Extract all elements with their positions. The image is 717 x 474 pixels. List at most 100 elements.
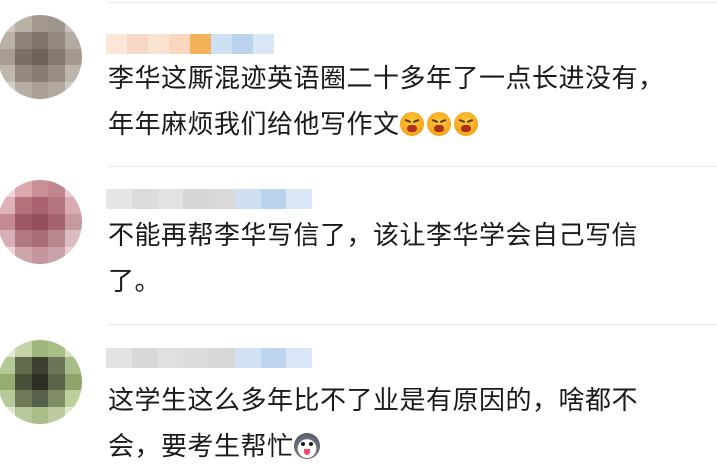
avatar-mosaic-tile	[65, 48, 82, 66]
avatar-mosaic-tile	[65, 390, 82, 408]
username-mosaic-tile	[209, 348, 235, 368]
username-mosaic-tile	[260, 348, 287, 368]
username-mosaic-tile	[232, 34, 253, 54]
username-mosaic-tile	[106, 348, 132, 368]
username-mosaic-tile	[157, 189, 184, 209]
comment-text-content: 这学生这么多年比不了业是有原因的，啥都不会，要考生帮忙	[108, 386, 639, 462]
avatar-mosaic-tile	[65, 356, 82, 374]
username-mosaic-tile	[190, 34, 211, 54]
avatar-mosaic-tile	[48, 230, 66, 248]
avatar-mosaic-tile	[48, 247, 66, 264]
avatar-mosaic-tile	[31, 48, 49, 66]
avatar-mosaic-tile	[0, 213, 15, 231]
avatar-mosaic-tile	[0, 82, 15, 99]
avatar-mosaic-tile	[14, 31, 32, 49]
avatar-mosaic-tile	[31, 230, 49, 248]
avatar-mosaic-tile	[0, 390, 15, 408]
username-mosaic-tile	[183, 348, 209, 368]
avatar-mosaic-tile	[0, 340, 15, 357]
avatar-mosaic-tile	[65, 180, 82, 197]
username-blurred[interactable]	[106, 348, 312, 368]
avatar[interactable]	[0, 340, 82, 424]
avatar-mosaic-tile	[0, 48, 15, 66]
username-blurred[interactable]	[106, 189, 312, 209]
username-mosaic-tile	[234, 348, 261, 368]
avatar-mosaic-tile	[65, 15, 82, 32]
avatar-mosaic-tile	[14, 82, 32, 99]
avatar[interactable]	[0, 15, 82, 99]
avatar-mosaic-tile	[0, 65, 15, 83]
avatar-mosaic-tile	[31, 340, 49, 357]
username-mosaic-tile	[234, 189, 261, 209]
username-mosaic-tile	[253, 34, 274, 54]
avatar-mosaic-tile	[31, 82, 49, 99]
comment-text: 不能再帮李华写信了，该让李华学会自己写信了。	[108, 213, 683, 305]
avatar-mosaic-tile	[48, 180, 66, 197]
avatar-mosaic-tile	[14, 48, 32, 66]
avatar-mosaic-tile	[0, 31, 15, 49]
avatar-mosaic-tile	[14, 180, 32, 197]
avatar[interactable]	[0, 180, 82, 264]
username-mosaic-tile	[157, 348, 184, 368]
avatar-mosaic-tile	[31, 196, 49, 214]
avatar-mosaic-tile	[31, 180, 49, 197]
avatar-mosaic-tile	[0, 356, 15, 374]
username-mosaic-tile	[131, 189, 158, 209]
avatar-mosaic-tile	[14, 213, 32, 231]
comment-text: 李华这厮混迹英语圈二十多年了一点长进没有，年年麻烦我们给他写作文	[108, 56, 683, 148]
username-mosaic-tile	[209, 189, 235, 209]
avatar-mosaic-tile	[48, 373, 66, 391]
username-mosaic-tile	[286, 189, 312, 209]
avatar-mosaic-tile	[31, 407, 49, 424]
avatar-mosaic-tile	[48, 407, 66, 424]
avatar-mosaic-tile	[48, 196, 66, 214]
avatar-mosaic-tile	[48, 82, 66, 99]
avatar-mosaic-tile	[31, 247, 49, 264]
avatar-mosaic-tile	[48, 15, 66, 32]
avatar-mosaic-tile	[14, 196, 32, 214]
avatar-mosaic-tile	[0, 196, 15, 214]
avatar-mosaic-tile	[0, 247, 15, 264]
comment-text-content: 李华这厮混迹英语圈二十多年了一点长进没有，年年麻烦我们给他写作文	[108, 64, 665, 140]
avatar-mosaic-tile	[65, 213, 82, 231]
avatar-mosaic-tile	[65, 230, 82, 248]
comment-divider	[108, 166, 717, 167]
avatar-mosaic-tile	[48, 213, 66, 231]
avatar-mosaic-tile	[48, 390, 66, 408]
avatar-mosaic-tile	[14, 373, 32, 391]
avatar-mosaic-tile	[48, 48, 66, 66]
avatar-mosaic-tile	[14, 15, 32, 32]
avatar-mosaic-tile	[14, 247, 32, 264]
angry-face-icon	[399, 112, 424, 136]
avatar-mosaic-tile	[14, 230, 32, 248]
avatar-mosaic-tile	[48, 65, 66, 83]
avatar-mosaic-tile	[0, 230, 15, 248]
username-mosaic-tile	[106, 34, 127, 54]
avatar-mosaic-tile	[65, 247, 82, 264]
username-mosaic-tile	[127, 34, 148, 54]
username-mosaic-tile	[183, 189, 209, 209]
username-mosaic-tile	[169, 34, 190, 54]
avatar-mosaic-tile	[48, 340, 66, 357]
emoji-row	[399, 110, 481, 140]
avatar-mosaic-tile	[31, 213, 49, 231]
husky-face-icon	[293, 433, 320, 459]
avatar-mosaic-tile	[48, 356, 66, 374]
avatar-mosaic-tile	[31, 373, 49, 391]
avatar-mosaic-tile	[31, 356, 49, 374]
username-mosaic-tile	[260, 189, 287, 209]
avatar-mosaic-tile	[31, 15, 49, 32]
avatar-mosaic-tile	[14, 340, 32, 357]
avatar-mosaic-tile	[65, 340, 82, 357]
avatar-mosaic-tile	[65, 407, 82, 424]
username-blurred[interactable]	[106, 34, 274, 54]
avatar-mosaic-tile	[14, 65, 32, 83]
username-mosaic-tile	[211, 34, 232, 54]
avatar-mosaic-tile	[14, 407, 32, 424]
comment-text: 这学生这么多年比不了业是有原因的，啥都不会，要考生帮忙	[108, 378, 683, 470]
avatar-mosaic-tile	[31, 390, 49, 408]
angry-face-icon	[453, 112, 478, 136]
avatar-mosaic-tile	[0, 373, 15, 391]
avatar-mosaic-tile	[0, 15, 15, 32]
avatar-mosaic-tile	[31, 65, 49, 83]
